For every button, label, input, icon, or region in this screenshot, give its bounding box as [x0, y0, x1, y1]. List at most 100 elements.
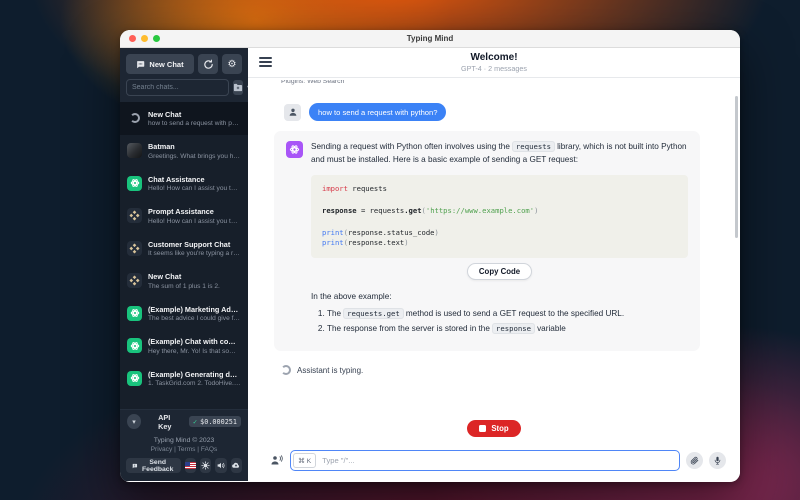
code-line: import requests [322, 184, 677, 195]
chat-scroll-area: Plugins: Web Search how to send a reques… [248, 78, 740, 420]
copyright-text: Typing Mind © 2023 [126, 437, 242, 444]
main-panel: Welcome! GPT-4 · 2 messages Plugins: Web… [248, 48, 740, 481]
user-message-bubble[interactable]: how to send a request with python? [309, 103, 446, 121]
typing-indicator: Assistant is typing. [281, 365, 700, 375]
zoom-window-button[interactable] [153, 35, 160, 42]
openai-icon [289, 144, 300, 155]
settings-button[interactable]: ⚙ [222, 54, 242, 74]
api-key-badge[interactable]: ✓ $0.000251 [189, 416, 241, 427]
footer-links[interactable]: Privacy | Terms | FAQs [126, 446, 242, 453]
plugins-label: Plugins: Web Search [281, 80, 700, 88]
chat-list-item[interactable]: (Example) Marketing AdviceThe best advic… [120, 297, 248, 330]
chat-list-item[interactable]: Customer Support ChatIt seems like you'r… [120, 232, 248, 265]
new-folder-button[interactable] [233, 80, 243, 95]
sound-toggle-button[interactable] [215, 458, 226, 473]
reload-button[interactable] [198, 54, 218, 74]
user-message-row: how to send a request with python? [284, 103, 700, 121]
code-line: print(response.text) [322, 238, 677, 249]
send-feedback-label: Send Feedback [141, 459, 175, 473]
chat-item-title: (Example) Generating domain na... [148, 370, 241, 379]
chat-list-item[interactable]: Prompt Assistance Hello! How can I assist… [120, 200, 248, 233]
example-heading: In the above example: [311, 292, 688, 301]
cloud-sync-button[interactable] [231, 458, 242, 473]
chat-header: Welcome! GPT-4 · 2 messages [248, 48, 740, 78]
chat-item-preview: Greetings. What brings you here in the..… [148, 153, 241, 160]
keyboard-shortcut-chip: ⌘ K [293, 453, 316, 468]
spinner-icon [127, 111, 142, 126]
close-window-button[interactable] [129, 35, 136, 42]
window-title: Typing Mind [407, 34, 454, 43]
speaker-icon [216, 461, 226, 470]
minimize-window-button[interactable] [141, 35, 148, 42]
person-icon [288, 107, 298, 117]
chat-item-preview: The sum of 1 plus 1 is 2. [148, 283, 220, 290]
chat-list-item[interactable]: New Chathow to send a request with pytho… [120, 102, 248, 135]
inline-code: requests.get [343, 308, 404, 319]
chat-item-title: New Chat [148, 110, 241, 119]
chat-item-preview: Hello! How can I assist you today? [148, 185, 241, 192]
microphone-icon [713, 456, 722, 465]
chat-list-item[interactable]: Chat AssistanceHello! How can I assist y… [120, 167, 248, 200]
menu-icon[interactable] [259, 57, 272, 67]
chat-item-preview: how to send a request with python? [148, 120, 241, 127]
send-feedback-button[interactable]: Send Feedback [126, 458, 181, 473]
diamond-icon [127, 273, 142, 288]
chat-title: Welcome! [470, 52, 517, 63]
openai-icon [127, 176, 142, 191]
traffic-lights [129, 30, 160, 47]
collapse-sidebar-button[interactable]: ▾ [127, 414, 141, 429]
user-avatar [284, 104, 301, 121]
voice-input-button[interactable] [709, 452, 726, 469]
theme-toggle-button[interactable] [200, 458, 211, 473]
attach-file-button[interactable] [686, 452, 703, 469]
us-flag-icon [185, 462, 196, 469]
sidebar: New Chat ⚙ ▾ New Chathow to send a reque… [120, 48, 248, 481]
api-cost-value: $0.000251 [200, 418, 237, 426]
stop-button[interactable]: Stop [467, 420, 520, 437]
typing-text: Assistant is typing. [297, 366, 363, 375]
chat-item-title: (Example) Chat with comedian [148, 337, 241, 346]
gear-icon: ⚙ [228, 59, 237, 70]
paperclip-icon [690, 456, 699, 465]
code-line [322, 217, 677, 228]
search-input[interactable] [126, 79, 229, 96]
main-scrollbar[interactable] [735, 96, 738, 238]
code-line: print(response.status_code) [322, 228, 677, 239]
api-key-label: API Key [158, 413, 184, 431]
code-line: response = requests.get('https://www.exa… [322, 206, 677, 217]
folder-plus-icon [233, 83, 243, 92]
chat-subtitle: GPT-4 · 2 messages [461, 64, 527, 73]
character-voice-button[interactable] [268, 453, 284, 469]
chat-list-item[interactable]: (Example) Chat with comedianHey there, M… [120, 330, 248, 363]
language-button[interactable] [185, 458, 196, 473]
example-list-item: The response from the server is stored i… [327, 324, 688, 333]
assistant-avatar [286, 141, 303, 158]
assistant-intro-text: Sending a request with Python often invo… [311, 141, 688, 166]
chat-list-item[interactable]: (Example) Generating domain na...1. Task… [120, 362, 248, 395]
code-block[interactable]: import requests response = requests.get(… [311, 175, 688, 258]
diamond-icon [127, 241, 142, 256]
openai-icon [130, 308, 140, 318]
app-window: Typing Mind New Chat ⚙ [120, 30, 740, 482]
example-list-item: Therequests.getmethod is used to send a … [327, 309, 688, 318]
chat-item-preview: Hello! How can I assist you today? [148, 218, 241, 225]
batman-icon [127, 143, 142, 158]
chat-item-title: Prompt Assistance [148, 207, 241, 216]
chat-item-preview: 1. TaskGrid.com 2. TodoHive.com 3. Ta... [148, 380, 241, 387]
chat-list-item[interactable]: New ChatThe sum of 1 plus 1 is 2. [120, 265, 248, 298]
check-icon: ✓ [193, 418, 197, 426]
composer: Stop ⌘ K [248, 420, 740, 481]
chat-item-preview: The best advice I could give for marke..… [148, 315, 241, 322]
openai-icon [127, 338, 142, 353]
stop-icon [479, 425, 486, 432]
diamond-pattern-icon [129, 210, 140, 221]
chat-bubble-icon [136, 60, 145, 69]
diamond-icon [127, 208, 142, 223]
cloud-upload-icon [231, 461, 241, 470]
openai-icon [127, 371, 142, 386]
new-chat-button[interactable]: New Chat [126, 54, 194, 74]
brightness-icon [201, 461, 210, 470]
message-input[interactable] [316, 456, 677, 465]
chat-list-item[interactable]: BatmanGreetings. What brings you here in… [120, 135, 248, 168]
copy-code-button[interactable]: Copy Code [467, 263, 532, 280]
